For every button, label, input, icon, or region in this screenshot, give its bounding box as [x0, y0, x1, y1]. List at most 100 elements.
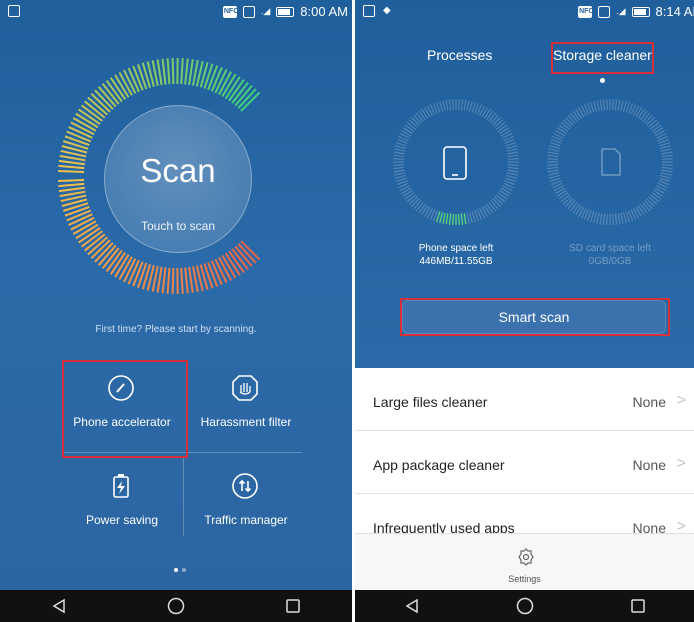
ring-tick [620, 100, 624, 112]
cleaner-list: Large files cleaner None > App package c… [355, 368, 694, 557]
gauge-tick [161, 58, 167, 85]
ring-tick [496, 121, 506, 130]
back-button[interactable] [392, 594, 432, 618]
ring-tick [439, 212, 444, 224]
chevron-right-icon: > [676, 392, 686, 409]
nfc-icon: NFC [578, 5, 593, 18]
ring-tick [411, 198, 420, 207]
ring-tick [614, 99, 618, 111]
ring-tick [567, 200, 576, 210]
gear-icon [518, 548, 534, 566]
ring-tick [466, 100, 470, 112]
ring-tick [488, 202, 497, 212]
gauge-tick [58, 169, 85, 174]
tile-traffic-manager[interactable]: Traffic manager [186, 458, 306, 543]
gauge-tick [166, 267, 171, 294]
sd-space-label: SD card space left 0GB/0GB [545, 242, 675, 268]
sd-space-caption: SD card space left [569, 243, 651, 254]
navigation-bar [355, 590, 694, 622]
recents-square-icon [286, 599, 301, 613]
ring-tick [660, 174, 672, 179]
ring-tick [442, 212, 446, 224]
ring-tick [661, 151, 673, 155]
ring-tick [565, 198, 574, 207]
ring-tick [622, 212, 627, 224]
ring-tick [560, 121, 570, 130]
ring-tick [644, 114, 653, 124]
gauge-tick [59, 154, 86, 162]
tile-phone-accelerator[interactable]: Phone accelerator [62, 360, 182, 445]
list-item-large-files[interactable]: Large files cleaner None > [355, 368, 694, 431]
home-circle-icon [167, 597, 185, 615]
ring-tick [406, 121, 416, 130]
ring-tick [548, 172, 560, 176]
list-item-title: Large files cleaner [373, 394, 488, 410]
feature-grid: Phone accelerator Harassment filter Powe… [62, 360, 302, 560]
ring-tick [506, 148, 518, 152]
ring-tick [660, 172, 672, 176]
smart-scan-button[interactable]: Smart scan [402, 300, 666, 334]
recents-button[interactable] [273, 594, 313, 618]
list-item-value: None [632, 457, 666, 473]
ring-tick [646, 117, 655, 126]
tab-storage-cleaner[interactable]: Storage cleaner [553, 47, 652, 63]
tab-selected-indicator [600, 78, 605, 83]
settings-button[interactable]: Settings [355, 533, 694, 591]
ring-tick [660, 148, 672, 152]
ring-tick [506, 172, 518, 176]
home-circle-icon [516, 597, 533, 615]
ring-tick [547, 154, 559, 158]
ring-tick [617, 99, 621, 111]
ring-tick [452, 99, 454, 111]
settings-label: Settings [508, 574, 541, 584]
vibrate-icon [598, 5, 611, 18]
page-indicator [174, 568, 186, 572]
sd-card-icon [601, 148, 621, 176]
phone-space-ring [391, 97, 521, 232]
ring-tick [612, 213, 614, 225]
home-button[interactable] [156, 594, 196, 618]
tile-power-saving[interactable]: Power saving [62, 458, 182, 543]
ring-tick [393, 158, 405, 160]
sd-space-value: 0GB/0GB [588, 256, 632, 267]
ring-tick [439, 100, 444, 112]
hand-shield-icon [232, 375, 258, 401]
scan-button[interactable]: Scan Touch to scan [104, 105, 252, 253]
ring-tick [562, 119, 572, 128]
ring-tick [569, 202, 578, 212]
list-item-app-package[interactable]: App package cleaner None > [355, 431, 694, 494]
recents-square-icon [630, 599, 645, 613]
ring-tick [602, 99, 606, 111]
scan-subtitle: Touch to scan [140, 219, 216, 233]
tile-harassment-filter[interactable]: Harassment filter [186, 360, 306, 445]
phone-space-caption: Phone space left [418, 243, 494, 254]
ring-tick [413, 114, 422, 124]
battery-icon [113, 474, 129, 498]
gauge-tick [156, 59, 163, 86]
ring-tick [394, 174, 406, 179]
status-bar: NFC .◢ 8:00 AM [0, 0, 352, 24]
ring-tick [661, 169, 673, 173]
ring-tick [492, 117, 501, 126]
signal-icon: .◢ [616, 6, 626, 16]
phone-space-label: Phone space left 446MB/11.55GB [391, 242, 521, 268]
sd-space-ring [545, 97, 675, 232]
ring-tick [507, 158, 519, 160]
gauge-tick [58, 178, 85, 183]
scan-title: Scan [140, 152, 216, 189]
divider [183, 456, 184, 536]
tab-processes[interactable]: Processes [427, 47, 492, 63]
gauge-tick [171, 267, 175, 294]
tile-label: Traffic manager [204, 513, 288, 527]
gauge-tick [171, 58, 175, 85]
ring-tick [415, 112, 424, 122]
home-button[interactable] [505, 594, 545, 618]
battery-status-icon [631, 6, 650, 17]
ring-tick [567, 114, 576, 124]
back-button[interactable] [39, 594, 79, 618]
ring-tick [393, 169, 405, 173]
ring-tick [548, 145, 560, 150]
gauge-tick [166, 58, 171, 85]
ring-tick [547, 169, 559, 173]
recents-button[interactable] [618, 594, 658, 618]
